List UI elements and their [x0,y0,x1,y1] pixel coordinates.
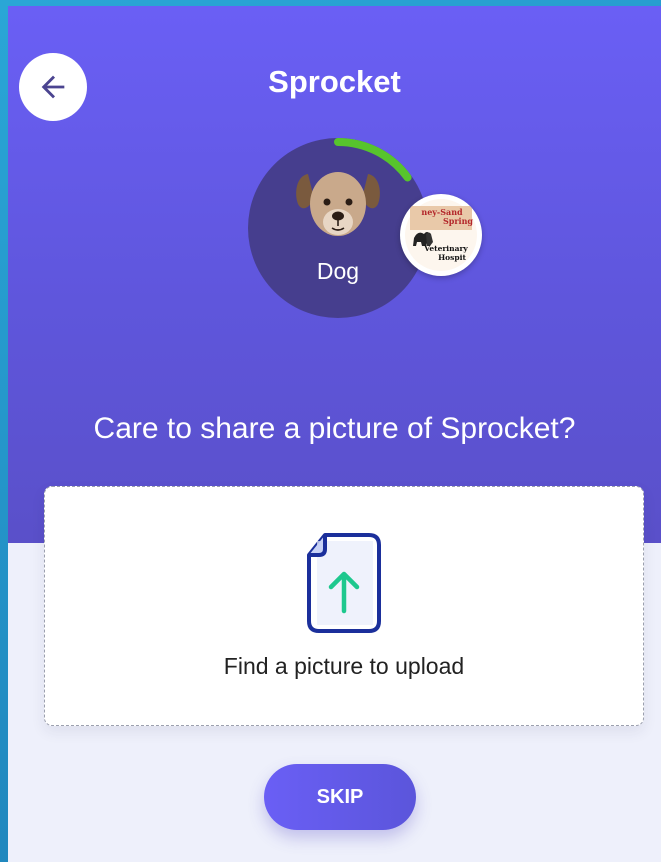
upload-dropzone[interactable]: Find a picture to upload [44,486,644,726]
dog-icon [296,172,380,236]
file-upload-icon [307,533,381,633]
skip-button[interactable]: SKIP [264,764,416,830]
clinic-logo-icon: ney-Sand Spring Veterinary Hospit [405,199,477,271]
share-picture-prompt: Care to share a picture of Sprocket? [93,412,576,445]
upload-label: Find a picture to upload [223,653,465,679]
clinic-logo-badge[interactable]: ney-Sand Spring Veterinary Hospit [400,194,482,276]
skip-button-label: SKIP [316,785,364,808]
screen: Sprocket Dog ney-Sand Spring Veterinary … [8,6,661,862]
svg-text:Hospit: Hospit [438,253,466,262]
svg-text:Veterinary: Veterinary [423,244,468,253]
pet-type-label: Dog [316,258,360,284]
page-title: Sprocket [268,64,401,99]
svg-text:Spring: Spring [443,216,473,226]
